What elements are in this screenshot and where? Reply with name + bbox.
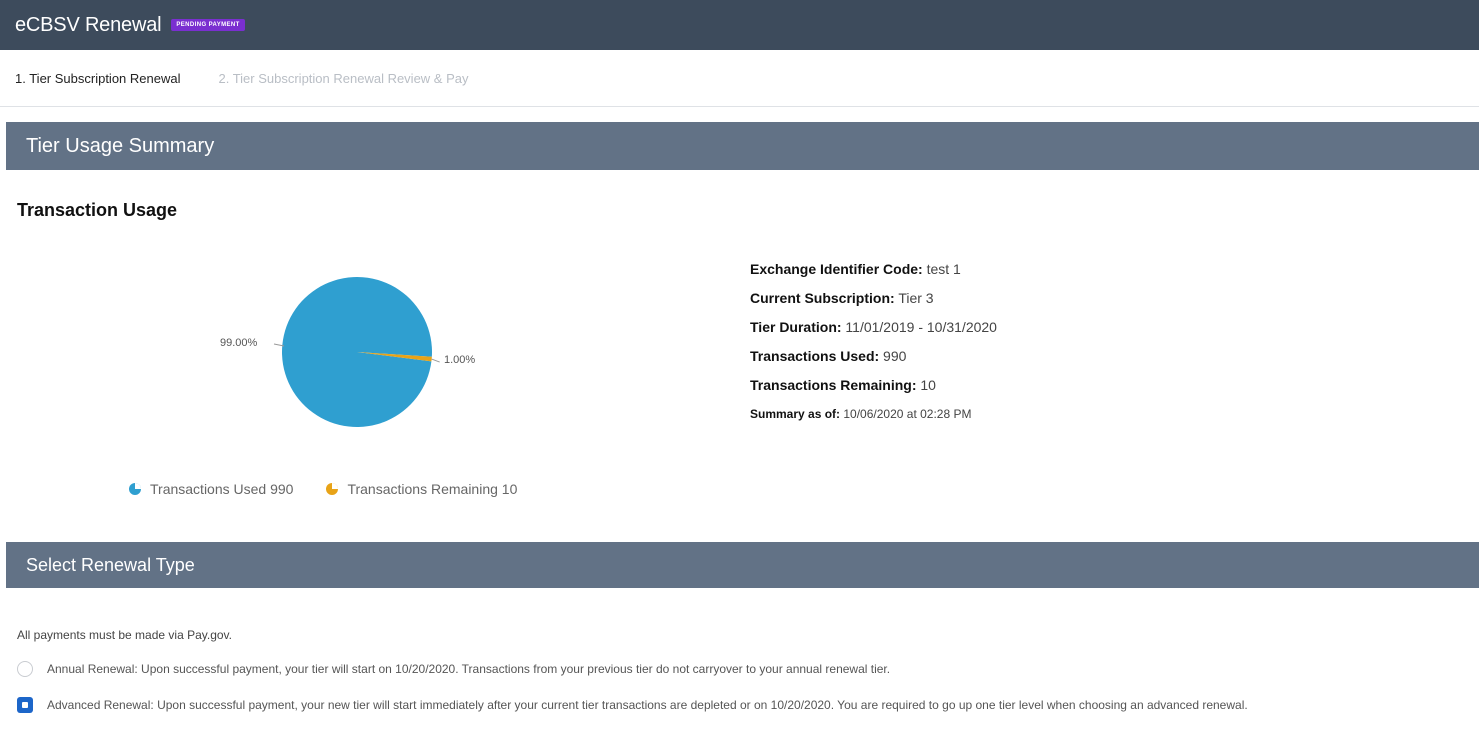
- usage-details: Exchange Identifier Code: test 1 Current…: [750, 258, 997, 432]
- detail-value: 10: [920, 377, 936, 393]
- section-title: Tier Usage Summary: [26, 134, 215, 157]
- detail-label: Tier Duration:: [750, 319, 842, 335]
- detail-value: 11/01/2019 - 10/31/2020: [845, 319, 997, 335]
- detail-tier-duration: Tier Duration: 11/01/2019 - 10/31/2020: [750, 316, 997, 345]
- detail-value: 990: [883, 348, 907, 364]
- pie-legend-icon: [129, 483, 141, 495]
- pie-legend-icon: [326, 483, 339, 495]
- pie-label-used: 99.00%: [220, 337, 258, 349]
- step-review-and-pay[interactable]: 2. Tier Subscription Renewal Review & Pa…: [218, 71, 468, 86]
- detail-exchange-identifier: Exchange Identifier Code: test 1: [750, 258, 997, 287]
- renewal-option-label: Advanced Renewal: Upon successful paymen…: [47, 698, 1248, 712]
- chart-legend: Transactions Used 990 Transactions Remai…: [128, 481, 517, 497]
- renewal-option-annual[interactable]: Annual Renewal: Upon successful payment,…: [17, 661, 890, 677]
- detail-current-subscription: Current Subscription: Tier 3: [750, 287, 997, 316]
- detail-label: Current Subscription:: [750, 290, 895, 306]
- step-tier-subscription-renewal[interactable]: 1. Tier Subscription Renewal: [15, 71, 180, 86]
- detail-label: Summary as of:: [750, 407, 841, 421]
- app-header: eCBSV Renewal PENDING PAYMENT: [0, 0, 1479, 50]
- legend-label-used: Transactions Used 990: [150, 481, 294, 497]
- section-header-usage-summary: Tier Usage Summary: [6, 122, 1479, 170]
- usage-pie-chart: 99.00% 1.00%: [200, 262, 520, 457]
- app-title: eCBSV Renewal: [15, 13, 162, 36]
- renewal-option-label: Annual Renewal: Upon successful payment,…: [47, 662, 891, 676]
- detail-transactions-used: Transactions Used: 990: [750, 345, 997, 374]
- detail-value: test 1: [926, 261, 961, 277]
- step-tabs: 1. Tier Subscription Renewal 2. Tier Sub…: [0, 50, 1479, 107]
- detail-transactions-remaining: Transactions Remaining: 10: [750, 374, 997, 403]
- detail-value: 10/06/2020 at 02:28 PM: [843, 407, 972, 421]
- legend-label-remaining: Transactions Remaining 10: [347, 481, 518, 497]
- legend-item-remaining[interactable]: Transactions Remaining 10: [325, 481, 517, 497]
- payment-note: All payments must be made via Pay.gov.: [17, 628, 232, 642]
- radio-button-advanced[interactable]: [17, 697, 33, 713]
- section-header-renewal-type: Select Renewal Type: [6, 542, 1479, 588]
- detail-label: Transactions Remaining:: [750, 377, 917, 393]
- legend-item-used[interactable]: Transactions Used 990: [128, 481, 293, 497]
- renewal-option-advanced[interactable]: Advanced Renewal: Upon successful paymen…: [17, 697, 1467, 713]
- detail-label: Exchange Identifier Code:: [750, 261, 923, 277]
- detail-summary-as-of: Summary as of: 10/06/2020 at 02:28 PM: [750, 403, 997, 432]
- detail-value: Tier 3: [898, 290, 934, 306]
- leader-line-remaining: [431, 358, 440, 363]
- section-title: Select Renewal Type: [26, 554, 195, 575]
- detail-label: Transactions Used:: [750, 348, 880, 364]
- pie-slice-used[interactable]: [282, 276, 432, 427]
- transaction-usage-heading: Transaction Usage: [17, 200, 178, 220]
- status-badge: PENDING PAYMENT: [171, 19, 245, 31]
- radio-button-annual[interactable]: [17, 661, 33, 677]
- pie-label-remaining: 1.00%: [444, 354, 476, 366]
